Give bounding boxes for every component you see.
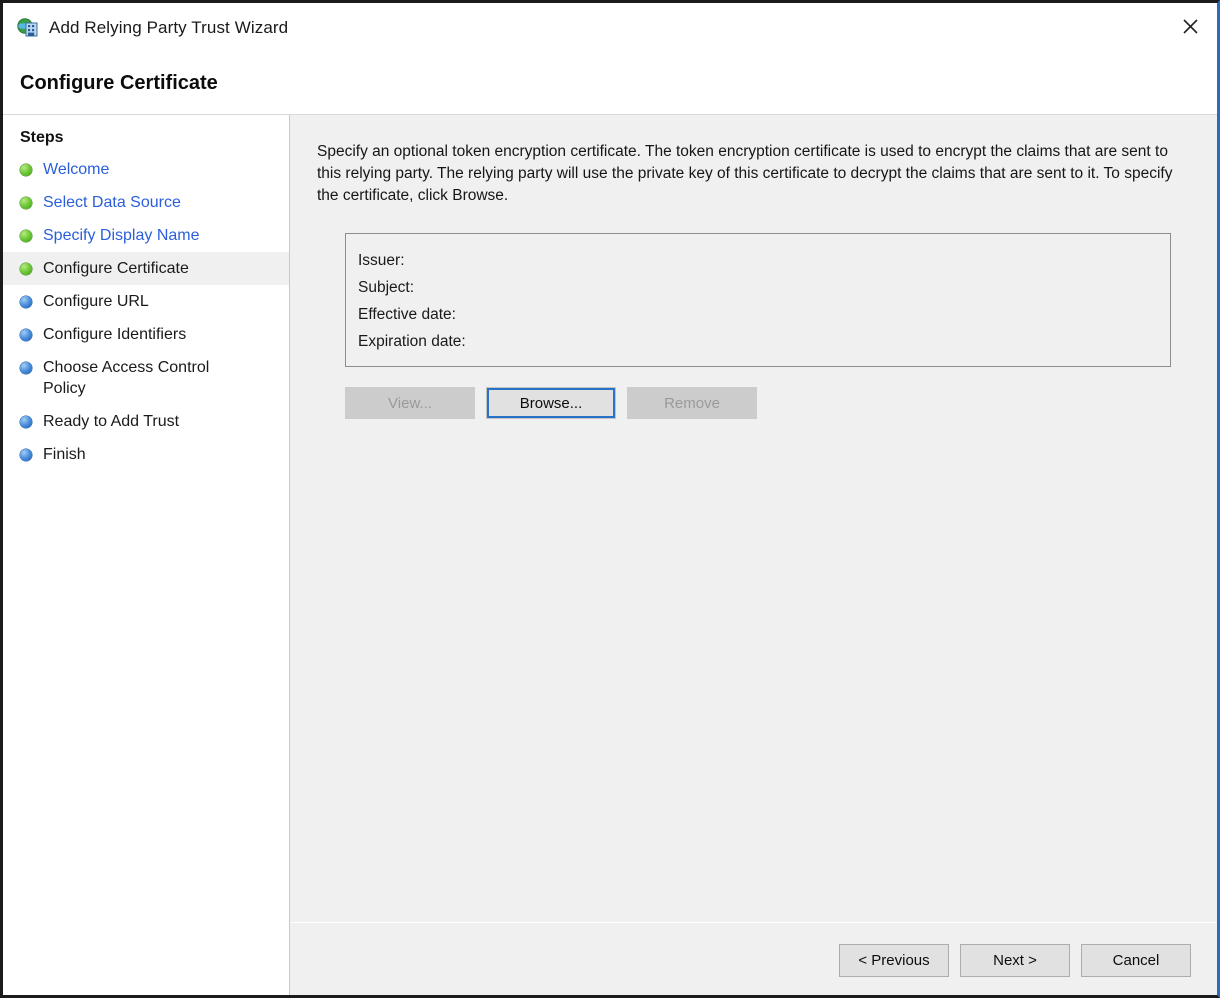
wizard-footer: < Previous Next > Cancel [290, 922, 1217, 995]
step-bullet-icon [20, 449, 32, 461]
view-certificate-button: View... [345, 387, 475, 419]
sidebar-item-label: Finish [43, 446, 86, 463]
previous-button[interactable]: < Previous [839, 943, 949, 977]
steps-heading: Steps [20, 129, 64, 146]
sidebar-item-select-data-source[interactable]: Select Data Source [3, 186, 289, 219]
page-description: Specify an optional token encryption cer… [317, 143, 1173, 204]
sidebar-item-finish[interactable]: Finish [3, 438, 289, 471]
title-bar: Add Relying Party Trust Wizard [3, 3, 1217, 53]
certificate-subject-label: Subject: [358, 279, 415, 296]
next-button[interactable]: Next > [960, 943, 1070, 977]
certificate-actions: View... Browse... Remove [345, 387, 1181, 419]
certificate-expiration-date-row: Expiration date: [358, 328, 1170, 355]
sidebar-item-label: Configure Certificate [43, 260, 189, 277]
sidebar-item-label: Configure URL [43, 293, 149, 310]
page-header: Configure Certificate [3, 53, 1217, 114]
sidebar-item-label: Ready to Add Trust [43, 413, 180, 430]
certificate-info-box: Issuer: Subject: Effective date: Expirat… [345, 233, 1171, 367]
sidebar-item-configure-url[interactable]: Configure URL [3, 285, 289, 318]
close-icon[interactable] [1163, 3, 1217, 50]
step-bullet-icon [20, 164, 32, 176]
step-bullet-icon [20, 263, 32, 275]
sidebar-item-specify-display-name[interactable]: Specify Display Name [3, 219, 289, 252]
window-title: Add Relying Party Trust Wizard [49, 18, 289, 37]
step-bullet-icon [20, 329, 32, 341]
sidebar-item-label: Configure Identifiers [43, 326, 187, 343]
sidebar-item-configure-certificate[interactable]: Configure Certificate [3, 252, 289, 285]
step-bullet-icon [20, 416, 32, 428]
certificate-issuer-row: Issuer: [358, 247, 1170, 274]
sidebar-item-welcome[interactable]: Welcome [3, 153, 289, 186]
certificate-expiration-date-label: Expiration date: [358, 333, 466, 350]
steps-sidebar: Steps Welcome Select Data Source Specify… [3, 115, 290, 995]
wizard-body: Steps Welcome Select Data Source Specify… [3, 114, 1217, 995]
remove-certificate-button: Remove [627, 387, 757, 419]
browse-certificate-button[interactable]: Browse... [486, 387, 616, 419]
certificate-effective-date-label: Effective date: [358, 306, 456, 323]
wizard-window: Add Relying Party Trust Wizard Configure… [0, 0, 1220, 998]
step-bullet-icon [20, 296, 32, 308]
certificate-subject-row: Subject: [358, 274, 1170, 301]
sidebar-item-label: Select Data Source [43, 194, 181, 211]
certificate-issuer-label: Issuer: [358, 252, 405, 269]
sidebar-item-label: Welcome [43, 161, 110, 178]
sidebar-item-ready-to-add-trust[interactable]: Ready to Add Trust [3, 405, 289, 438]
page-title: Configure Certificate [20, 72, 218, 94]
content-column: Specify an optional token encryption cer… [290, 115, 1217, 995]
sidebar-item-configure-identifiers[interactable]: Configure Identifiers [3, 318, 289, 351]
sidebar-item-label: Specify Display Name [43, 227, 200, 244]
content-panel: Specify an optional token encryption cer… [290, 115, 1217, 922]
step-bullet-icon [20, 197, 32, 209]
relying-party-trust-icon [17, 17, 39, 39]
step-bullet-icon [20, 230, 32, 242]
sidebar-item-choose-access-control-policy[interactable]: Choose Access Control Policy [3, 351, 289, 405]
sidebar-item-label: Choose Access Control Policy [43, 359, 210, 397]
step-bullet-icon [20, 362, 32, 374]
cancel-button[interactable]: Cancel [1081, 943, 1191, 977]
certificate-effective-date-row: Effective date: [358, 301, 1170, 328]
